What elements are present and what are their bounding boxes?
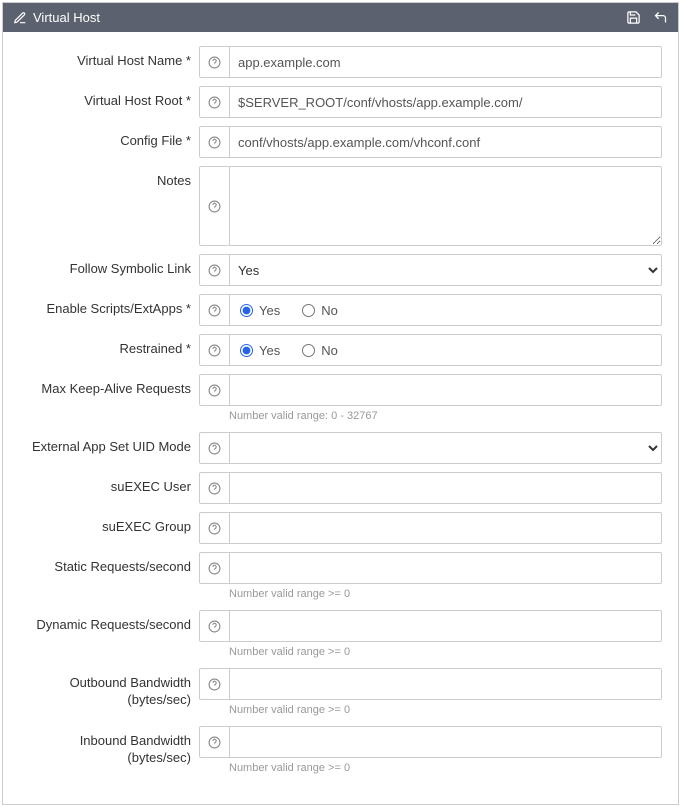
radio-input[interactable] bbox=[302, 304, 315, 317]
label-max-keepalive: Max Keep-Alive Requests bbox=[19, 374, 199, 398]
label-vh-name: Virtual Host Name * bbox=[19, 46, 199, 70]
save-button[interactable] bbox=[626, 10, 641, 25]
label-in-bw: Inbound Bandwidth (bytes/sec) bbox=[19, 726, 199, 767]
enable-scripts-no[interactable]: No bbox=[302, 303, 338, 318]
enable-scripts-group: Yes No bbox=[229, 294, 662, 326]
vh-name-input[interactable] bbox=[229, 46, 662, 78]
restrained-no[interactable]: No bbox=[302, 343, 338, 358]
row-static-req: Static Requests/second Number valid rang… bbox=[19, 552, 662, 608]
radio-input[interactable] bbox=[240, 304, 253, 317]
radio-input[interactable] bbox=[240, 344, 253, 357]
help-icon[interactable] bbox=[199, 334, 229, 366]
radio-label: No bbox=[321, 303, 338, 318]
label-suexec-group: suEXEC Group bbox=[19, 512, 199, 536]
row-config-file: Config File * bbox=[19, 126, 662, 158]
dynamic-req-input[interactable] bbox=[229, 610, 662, 642]
label-static-req: Static Requests/second bbox=[19, 552, 199, 576]
radio-label: Yes bbox=[259, 343, 280, 358]
row-enable-scripts: Enable Scripts/ExtApps * Yes No bbox=[19, 294, 662, 326]
radio-input[interactable] bbox=[302, 344, 315, 357]
row-vh-root: Virtual Host Root * bbox=[19, 86, 662, 118]
label-out-bw: Outbound Bandwidth (bytes/sec) bbox=[19, 668, 199, 709]
row-suexec-user: suEXEC User bbox=[19, 472, 662, 504]
panel-title: Virtual Host bbox=[33, 10, 100, 25]
row-out-bw: Outbound Bandwidth (bytes/sec) Number va… bbox=[19, 668, 662, 724]
edit-icon bbox=[13, 11, 27, 25]
help-icon[interactable] bbox=[199, 294, 229, 326]
static-req-input[interactable] bbox=[229, 552, 662, 584]
row-in-bw: Inbound Bandwidth (bytes/sec) Number val… bbox=[19, 726, 662, 782]
label-suexec-user: suEXEC User bbox=[19, 472, 199, 496]
label-dynamic-req: Dynamic Requests/second bbox=[19, 610, 199, 634]
extapp-uid-select[interactable] bbox=[229, 432, 662, 464]
panel-header: Virtual Host bbox=[3, 3, 678, 32]
label-config-file: Config File * bbox=[19, 126, 199, 150]
hint-max-keepalive: Number valid range: 0 - 32767 bbox=[229, 410, 662, 422]
hint-out-bw: Number valid range >= 0 bbox=[229, 704, 662, 716]
help-icon[interactable] bbox=[199, 432, 229, 464]
help-icon[interactable] bbox=[199, 610, 229, 642]
help-icon[interactable] bbox=[199, 374, 229, 406]
label-notes: Notes bbox=[19, 166, 199, 190]
row-restrained: Restrained * Yes No bbox=[19, 334, 662, 366]
out-bw-input[interactable] bbox=[229, 668, 662, 700]
in-bw-input[interactable] bbox=[229, 726, 662, 758]
help-icon[interactable] bbox=[199, 46, 229, 78]
row-suexec-group: suEXEC Group bbox=[19, 512, 662, 544]
label-restrained: Restrained * bbox=[19, 334, 199, 358]
radio-label: Yes bbox=[259, 303, 280, 318]
row-extapp-uid: External App Set UID Mode bbox=[19, 432, 662, 464]
help-icon[interactable] bbox=[199, 552, 229, 584]
row-follow-symlink: Follow Symbolic Link Yes bbox=[19, 254, 662, 286]
row-dynamic-req: Dynamic Requests/second Number valid ran… bbox=[19, 610, 662, 666]
label-enable-scripts: Enable Scripts/ExtApps * bbox=[19, 294, 199, 318]
row-notes: Notes bbox=[19, 166, 662, 246]
help-icon[interactable] bbox=[199, 166, 229, 246]
radio-label: No bbox=[321, 343, 338, 358]
suexec-group-input[interactable] bbox=[229, 512, 662, 544]
restrained-yes[interactable]: Yes bbox=[240, 343, 280, 358]
help-icon[interactable] bbox=[199, 126, 229, 158]
label-vh-root: Virtual Host Root * bbox=[19, 86, 199, 110]
help-icon[interactable] bbox=[199, 86, 229, 118]
notes-input[interactable] bbox=[229, 166, 662, 246]
virtual-host-panel: Virtual Host Virtual Host Name * Virtual… bbox=[2, 2, 679, 805]
help-icon[interactable] bbox=[199, 254, 229, 286]
enable-scripts-yes[interactable]: Yes bbox=[240, 303, 280, 318]
row-max-keepalive: Max Keep-Alive Requests Number valid ran… bbox=[19, 374, 662, 430]
help-icon[interactable] bbox=[199, 472, 229, 504]
label-extapp-uid: External App Set UID Mode bbox=[19, 432, 199, 456]
suexec-user-input[interactable] bbox=[229, 472, 662, 504]
restrained-group: Yes No bbox=[229, 334, 662, 366]
help-icon[interactable] bbox=[199, 668, 229, 700]
label-follow-symlink: Follow Symbolic Link bbox=[19, 254, 199, 278]
panel-body: Virtual Host Name * Virtual Host Root * bbox=[3, 32, 678, 804]
follow-symlink-select[interactable]: Yes bbox=[229, 254, 662, 286]
hint-dynamic-req: Number valid range >= 0 bbox=[229, 646, 662, 658]
help-icon[interactable] bbox=[199, 726, 229, 758]
help-icon[interactable] bbox=[199, 512, 229, 544]
back-button[interactable] bbox=[653, 10, 668, 25]
config-file-input[interactable] bbox=[229, 126, 662, 158]
max-keepalive-input[interactable] bbox=[229, 374, 662, 406]
hint-in-bw: Number valid range >= 0 bbox=[229, 762, 662, 774]
vh-root-input[interactable] bbox=[229, 86, 662, 118]
hint-static-req: Number valid range >= 0 bbox=[229, 588, 662, 600]
row-vh-name: Virtual Host Name * bbox=[19, 46, 662, 78]
